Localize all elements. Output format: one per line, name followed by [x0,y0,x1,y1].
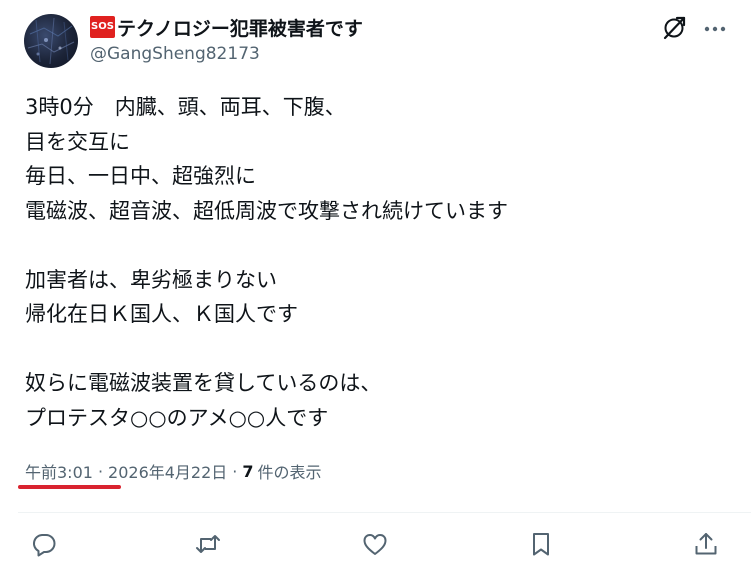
bookmark-icon [533,533,549,556]
sos-emoji-icon: SOS [90,16,115,38]
tweet-time[interactable]: 午前3:01 [25,459,93,483]
tweet-line: 加害者は、卑劣極まりない [25,267,277,292]
retweet-icon [196,535,220,553]
tweet-line: 帰化在日Ｋ国人、Ｋ国人です [25,302,298,326]
display-name-text: テクノロジー犯罪被害者です [117,17,363,40]
share-button[interactable] [692,530,720,558]
tweet: SOS テクノロジー犯罪被害者です @GangSheng82173 3時0分 内… [0,0,751,579]
share-icon [695,533,717,555]
more-options-icon[interactable] [702,16,728,42]
tweet-blank-line [25,332,731,367]
divider [18,512,751,513]
tweet-line: 目を交互に [25,129,130,154]
like-icon [363,534,387,555]
tweet-text: 3時0分 内臓、頭、両耳、下腹、 目を交互に 毎日、一日中、超強烈に 電磁波、超… [25,90,731,435]
retweet-button[interactable] [194,530,222,558]
tweet-line: プロテスタ○○のアメ○○人です [25,405,329,430]
views-label[interactable]: 件の表示 [258,459,322,483]
reply-button[interactable] [30,530,58,558]
meta-separator: · [232,461,238,481]
bookmark-button[interactable] [527,530,555,558]
author-handle[interactable]: @GangSheng82173 [90,44,260,64]
tweet-blank-line [25,228,731,263]
grok-icon[interactable] [660,14,688,42]
tweet-line: 毎日、一日中、超強烈に [25,164,256,188]
reply-icon [32,534,56,557]
tweet-date[interactable]: 2026年4月22日 [108,459,227,483]
tweet-line: 3時0分 内臓、頭、両耳、下腹、 [25,95,346,119]
tweet-line: 電磁波、超音波、超低周波で攻撃され続けています [25,198,508,223]
views-count[interactable]: 7 [242,462,253,481]
author-display-name[interactable]: SOS テクノロジー犯罪被害者です [90,14,363,40]
profile-photo-icon [27,17,75,65]
tweet-line: 奴らに電磁波装置を貸しているのは、 [25,371,382,395]
red-underline-annotation [18,485,121,489]
like-button[interactable] [361,530,389,558]
meta-separator: · [97,461,104,481]
avatar[interactable] [24,14,78,68]
tweet-meta: 午前3:01 · 2026年4月22日 · 7 件の表示 [25,458,322,484]
